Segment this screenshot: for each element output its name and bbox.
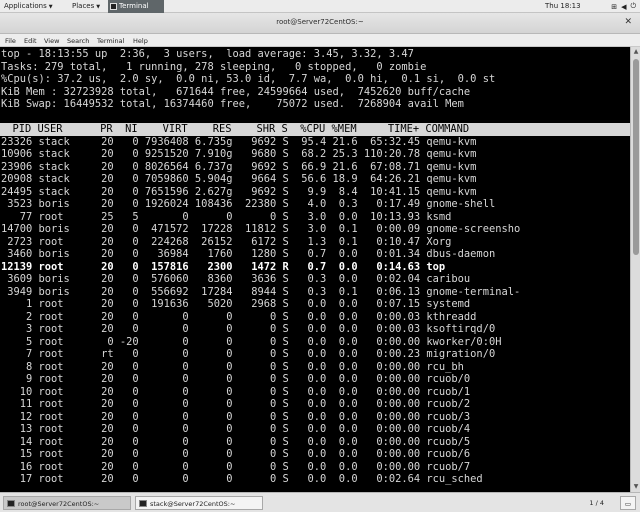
process-row: 12 root 20 0 0 0 0 S 0.0 0.0 0:00.00 rcu… (1, 410, 471, 423)
places-menu[interactable]: Places ▼ (72, 0, 100, 13)
menu-edit[interactable]: Edit (24, 37, 37, 45)
active-task-label: Terminal (119, 2, 149, 10)
taskbar-item-label: root@Server72CentOS:~ (18, 500, 100, 508)
summary-tasks: Tasks: 279 total, 1 running, 278 sleepin… (1, 60, 427, 73)
process-row: 10906 stack 20 0 9251520 7.910g 9680 S 6… (1, 148, 477, 160)
terminal-icon (7, 500, 15, 507)
process-row: 3949 boris 20 0 556692 17284 8944 S 0.3 … (1, 285, 521, 298)
process-row: 10 root 20 0 0 0 0 S 0.0 0.0 0:00.00 rcu… (1, 385, 471, 398)
process-row: 17 root 20 0 0 0 0 S 0.0 0.0 0:02.64 rcu… (1, 473, 483, 485)
close-icon[interactable]: ✕ (624, 17, 632, 27)
applications-menu[interactable]: Applications ▼ (4, 0, 53, 13)
terminal-icon (110, 3, 117, 10)
process-row: 8 root 20 0 0 0 0 S 0.0 0.0 0:00.00 rcu_… (1, 360, 464, 373)
menu-file[interactable]: File (5, 37, 16, 45)
menu-bar: File Edit View Search Terminal Help (0, 34, 640, 47)
places-label: Places (72, 2, 95, 10)
process-row: 9 root 20 0 0 0 0 S 0.0 0.0 0:00.00 rcuo… (1, 373, 471, 385)
process-row: 16 root 20 0 0 0 0 S 0.0 0.0 0:00.00 rcu… (1, 460, 471, 473)
chevron-down-icon: ▼ (48, 4, 53, 10)
process-row: 23906 stack 20 0 8026564 6.737g 9692 S 6… (1, 160, 477, 173)
process-row: 14 root 20 0 0 0 0 S 0.0 0.0 0:00.00 rcu… (1, 435, 471, 448)
process-row: 13 root 20 0 0 0 0 S 0.0 0.0 0:00.00 rcu… (1, 423, 471, 435)
applications-label: Applications (4, 2, 47, 10)
process-row: 7 root rt 0 0 0 0 S 0.0 0.0 0:00.23 migr… (1, 348, 496, 360)
process-row: 15 root 20 0 0 0 0 S 0.0 0.0 0:00.00 rcu… (1, 448, 471, 460)
top-panel: Applications ▼ Places ▼ Terminal Thu 18:13… (0, 0, 640, 13)
terminal-icon (139, 500, 147, 507)
window-titlebar[interactable]: root@Server72CentOS:~ ✕ (0, 13, 640, 34)
summary-swap: KiB Swap: 16449532 total, 16374460 free,… (1, 98, 464, 110)
power-icon[interactable]: ⏻ (630, 2, 636, 11)
system-tray: ⊞ ◀ ⏻ (611, 0, 640, 13)
taskbar-item-root-terminal[interactable]: root@Server72CentOS:~ (3, 496, 131, 510)
workspace-icon: ▭ (624, 500, 631, 508)
scroll-down-icon[interactable]: ▼ (632, 483, 640, 491)
menu-help[interactable]: Help (133, 37, 148, 45)
process-row: 11 root 20 0 0 0 0 S 0.0 0.0 0:00.00 rcu… (1, 398, 471, 410)
terminal-scrollbar[interactable]: ▲ ▼ (630, 47, 640, 492)
process-row: 20908 stack 20 0 7059860 5.904g 9664 S 5… (1, 173, 477, 185)
summary-mem: KiB Mem : 32723928 total, 671644 free, 2… (1, 85, 471, 98)
terminal-output[interactable]: top - 18:13:55 up 2:36, 3 users, load av… (0, 47, 630, 492)
summary-cpu: %Cpu(s): 37.2 us, 2.0 sy, 0.0 ni, 53.0 i… (1, 73, 496, 85)
process-row: 77 root 25 5 0 0 0 S 3.0 0.0 10:13.93 ks… (1, 210, 452, 223)
process-row: 3609 boris 20 0 576060 8360 3636 S 0.3 0… (1, 273, 471, 285)
process-row: 14700 boris 20 0 471572 17228 11812 S 3.… (1, 223, 521, 235)
clock-label: Thu 18:13 (545, 2, 581, 10)
process-row: 3523 boris 20 0 1926024 108436 22380 S 4… (1, 198, 496, 210)
scroll-up-icon[interactable]: ▲ (632, 48, 640, 56)
process-row: 24495 stack 20 0 7651596 2.627g 9692 S 9… (1, 185, 477, 198)
process-row: 23326 stack 20 0 7936408 6.735g 9692 S 9… (1, 135, 477, 148)
bottom-taskbar: root@Server72CentOS:~ stack@Server72Cent… (0, 492, 640, 512)
chevron-down-icon: ▼ (96, 4, 101, 10)
workspace-switcher[interactable]: ▭ (619, 496, 636, 510)
process-row: 1 root 20 0 191636 5020 2968 S 0.0 0.0 0… (1, 298, 471, 310)
volume-icon[interactable]: ◀ (621, 3, 626, 11)
process-row: 2 root 20 0 0 0 0 S 0.0 0.0 0:00.03 kthr… (1, 310, 477, 323)
active-task-terminal[interactable]: Terminal (108, 0, 164, 13)
process-row-running: 12139 root 20 0 157816 2300 1472 R 0.7 0… (1, 260, 446, 273)
clock[interactable]: Thu 18:13 (545, 0, 581, 13)
network-icon[interactable]: ⊞ (611, 3, 617, 11)
scrollbar-thumb[interactable] (633, 59, 639, 255)
window-title: root@Server72CentOS:~ (276, 18, 364, 26)
taskbar-item-label: stack@Server72CentOS:~ (150, 500, 236, 508)
workspace-indicator[interactable]: 1 / 4 (589, 496, 604, 510)
process-row: 2723 root 20 0 224268 26152 6172 S 1.3 0… (1, 235, 452, 248)
taskbar-item-stack-terminal[interactable]: stack@Server72CentOS:~ (135, 496, 263, 510)
process-row: 3 root 20 0 0 0 0 S 0.0 0.0 0:00.03 ksof… (1, 323, 496, 335)
process-row: 5 root 0 -20 0 0 0 S 0.0 0.0 0:00.00 kwo… (1, 335, 502, 348)
summary-uptime: top - 18:13:55 up 2:36, 3 users, load av… (1, 48, 414, 60)
process-table-header: PID USER PR NI VIRT RES SHR S %CPU %MEM … (0, 123, 630, 136)
menu-view[interactable]: View (44, 37, 59, 45)
menu-search[interactable]: Search (67, 37, 89, 45)
process-row: 3460 boris 20 0 36984 1760 1280 S 0.7 0.… (1, 248, 496, 260)
menu-terminal[interactable]: Terminal (97, 37, 124, 45)
